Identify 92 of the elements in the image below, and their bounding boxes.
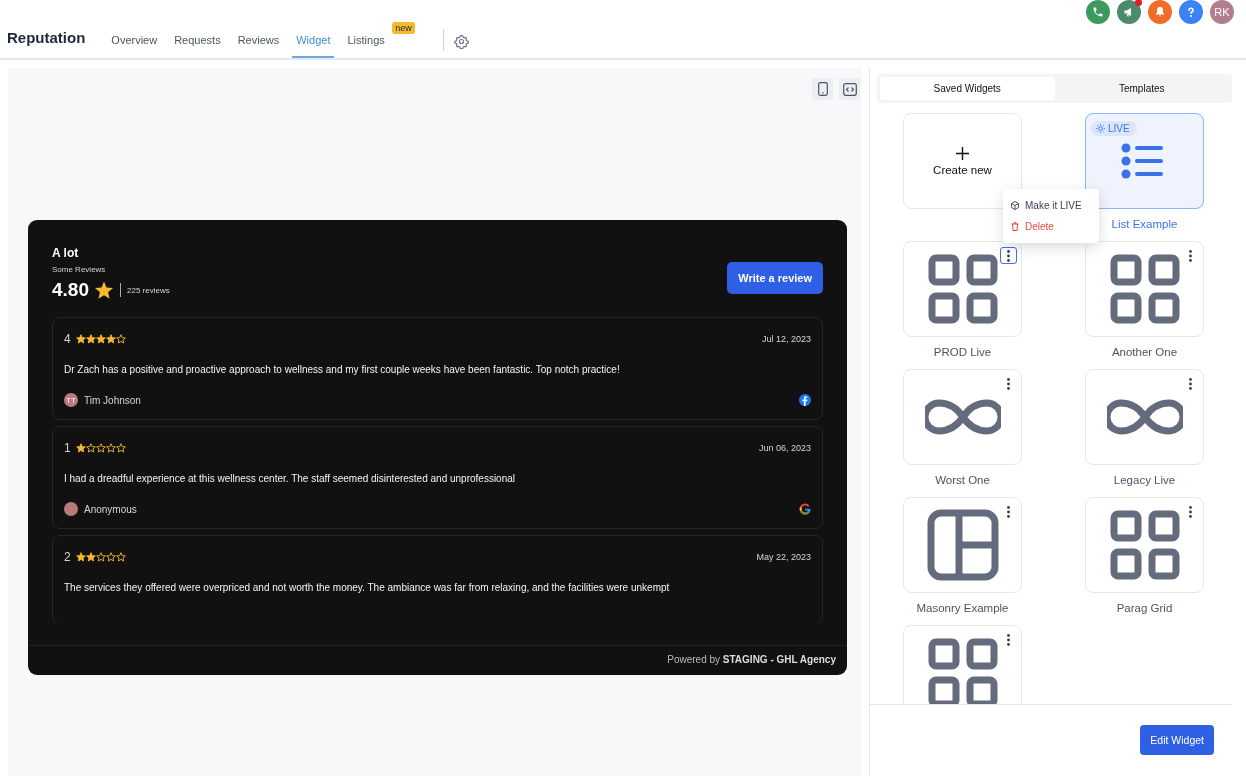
widget-subtitle: Some Reviews: [52, 265, 107, 274]
widget-name: Masonry Example: [915, 602, 1010, 614]
review-count: 225 reviews: [127, 285, 170, 295]
plus-icon: [956, 146, 969, 160]
facebook-icon: [799, 394, 811, 406]
kebab-icon: [1007, 633, 1010, 646]
review-date: Jun 06, 2023: [758, 443, 811, 453]
avatar-dot: [64, 502, 78, 516]
empty-star-icon: [105, 552, 116, 562]
google-icon: [799, 503, 811, 515]
widget-name: Parag Grid: [1115, 602, 1174, 614]
widget-card[interactable]: [903, 241, 1022, 337]
star-icon: [94, 280, 114, 300]
review-score: 1: [64, 441, 71, 455]
cube-icon: [1011, 201, 1019, 210]
code-icon: [842, 82, 857, 96]
menu-item[interactable]: Delete: [1003, 216, 1099, 237]
live-badge: LIVE: [1091, 121, 1137, 136]
widget-name: Legacy Live: [1112, 474, 1177, 486]
filled-star-icon: [85, 334, 96, 344]
filled-star-icon: [75, 334, 86, 344]
bell-icon: [1154, 6, 1166, 18]
widget-card[interactable]: [903, 497, 1022, 593]
question-icon: [1185, 6, 1197, 18]
author-avatar: TT: [64, 393, 78, 407]
filled-star-icon: [75, 443, 86, 453]
create-new-button[interactable]: Create new: [903, 113, 1022, 209]
review-text: I had a dreadful experience at this wellness center. The staff seemed disinterested and unprofessional: [64, 473, 517, 484]
filled-star-icon: [75, 552, 86, 562]
filled-star-icon: [95, 334, 106, 344]
layout-icon: [926, 509, 999, 581]
grid-icon: [927, 638, 998, 704]
widget-card[interactable]: [903, 369, 1022, 465]
edit-widget-button[interactable]: Edit Widget: [1140, 725, 1214, 755]
megaphone-button[interactable]: [1117, 0, 1141, 24]
nav-tab[interactable]: Widget: [292, 34, 335, 58]
review-date: Jul 12, 2023: [761, 334, 811, 344]
filled-star-icon: [85, 552, 96, 562]
kebab-icon: [1007, 505, 1010, 518]
phone-icon: [1092, 6, 1104, 18]
author-name: Anonymous: [84, 503, 137, 515]
phone-icon: [817, 82, 828, 96]
help-button[interactable]: [1179, 0, 1203, 24]
more-options-button[interactable]: [1000, 247, 1017, 264]
trash-icon: [1011, 222, 1019, 231]
settings-icon[interactable]: [453, 34, 469, 49]
widget-title: A lot: [52, 246, 80, 260]
kebab-icon: [1007, 249, 1010, 262]
widget-card[interactable]: [1085, 497, 1204, 593]
filled-star-icon: [105, 334, 116, 344]
review-score: 2: [64, 550, 71, 564]
widget-card[interactable]: [903, 625, 1022, 704]
powered-by-text: Powered by STAGING - GHL Agency: [667, 654, 836, 665]
author-name: Tim Johnson: [84, 394, 141, 406]
review-score: 4: [64, 332, 71, 346]
review-text: Dr Zach has a positive and proactive approach to wellness and my first couple weeks have been fantastic. Top notch practice!: [64, 364, 621, 375]
empty-star-icon: [115, 443, 126, 453]
widget-name: Worst One: [934, 474, 991, 486]
nav-tab[interactable]: Reviews: [233, 34, 284, 58]
empty-star-icon: [95, 443, 106, 453]
review-date: May 22, 2023: [756, 552, 811, 562]
widget-name: Another One: [1110, 346, 1179, 358]
page-title: Reputation: [7, 29, 86, 48]
notifications-button[interactable]: [1148, 0, 1172, 24]
infinity-icon: [924, 399, 1001, 435]
mobile-preview-button[interactable]: [812, 78, 833, 100]
kebab-icon: [1189, 249, 1192, 262]
infinity-icon: [1106, 399, 1183, 435]
sun-icon: [1096, 124, 1105, 133]
kebab-icon: [1007, 377, 1010, 390]
grid-icon: [927, 254, 998, 324]
average-rating: 4.80: [52, 279, 89, 301]
phone-button[interactable]: [1086, 0, 1110, 24]
nav-tab[interactable]: Overview: [107, 34, 162, 58]
empty-star-icon: [105, 443, 116, 453]
empty-star-icon: [115, 552, 126, 562]
nav-tab[interactable]: Requests: [170, 34, 225, 58]
new-badge: new: [392, 22, 415, 34]
grid-icon: [1109, 254, 1180, 324]
panel-tab[interactable]: Templates: [1054, 77, 1229, 100]
kebab-icon: [1189, 505, 1192, 518]
widget-card[interactable]: LIVE: [1085, 113, 1204, 209]
review-text: The services they offered were overpriced and not worth the money. The ambiance was far from relaxing, and the facilities were unkempt: [64, 582, 671, 593]
widget-name: List Example: [1110, 218, 1179, 230]
write-review-button[interactable]: Write a review: [727, 262, 823, 294]
widget-card[interactable]: [1085, 369, 1204, 465]
kebab-icon: [1189, 377, 1192, 390]
grid-icon: [1109, 510, 1180, 580]
widget-card[interactable]: [1085, 241, 1204, 337]
widget-name: PROD Live: [932, 346, 993, 358]
panel-tab[interactable]: Saved Widgets: [880, 77, 1055, 100]
embed-code-button[interactable]: [839, 78, 860, 100]
